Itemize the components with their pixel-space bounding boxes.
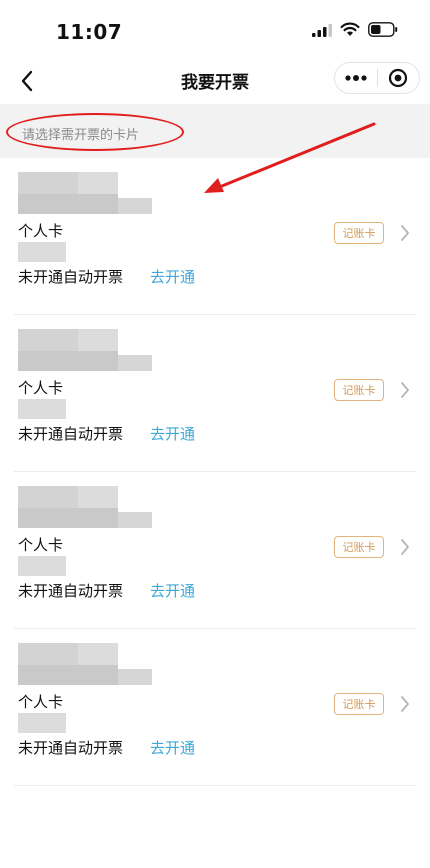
mini-program-capsule [334,62,420,94]
masked-card-info [118,198,152,214]
auto-invoice-status: 未开通自动开票 [18,582,124,600]
target-icon [389,68,408,88]
activate-link[interactable]: 去开通 [150,580,195,601]
card-type: 个人卡 [18,536,64,554]
card-item[interactable]: 个人卡 记账卡 未开通自动开票 去开通 [14,629,416,786]
card-badge: 记账卡 [334,379,384,401]
status-bar: 11:07 [0,0,430,58]
chevron-right-icon [398,536,412,558]
masked-card-info [18,486,78,508]
more-dots-icon [345,75,367,81]
auto-invoice-status: 未开通自动开票 [18,268,124,286]
card-item[interactable]: 个人卡 记账卡 未开通自动开票 去开通 [14,472,416,629]
hint-bar: 请选择需开票的卡片 [0,104,430,158]
masked-card-info [118,355,152,371]
battery-icon [368,22,398,37]
annotation-circle [6,113,184,151]
masked-card-info [118,669,152,685]
masked-card-info [18,643,78,665]
masked-card-info [18,713,66,733]
masked-card-info [18,351,118,371]
nav-bar: 我要开票 [0,58,430,104]
auto-invoice-status: 未开通自动开票 [18,739,124,757]
status-time: 11:07 [56,20,123,44]
close-mini-program-button[interactable] [377,63,419,93]
activate-link[interactable]: 去开通 [150,423,195,444]
card-badge: 记账卡 [334,536,384,558]
activate-link[interactable]: 去开通 [150,266,195,287]
card-type: 个人卡 [18,693,64,711]
masked-card-info [18,242,66,262]
masked-card-info [118,512,152,528]
wifi-icon [340,22,360,36]
more-button[interactable] [335,63,377,93]
card-item[interactable]: 个人卡 记账卡 未开通自动开票 去开通 [14,158,416,315]
card-badge: 记账卡 [334,693,384,715]
card-item[interactable]: 个人卡 记账卡 未开通自动开票 去开通 [14,315,416,472]
signal-icon [312,23,332,37]
status-icons [312,22,398,37]
card-badge: 记账卡 [334,222,384,244]
masked-card-info [18,665,118,685]
masked-card-info [18,172,78,194]
chevron-right-icon [398,693,412,715]
card-type: 个人卡 [18,222,64,240]
chevron-right-icon [398,379,412,401]
masked-card-info [18,399,66,419]
activate-link[interactable]: 去开通 [150,737,195,758]
masked-card-info [78,329,118,351]
card-list: 个人卡 记账卡 未开通自动开票 去开通 个人卡 记账卡 未开通自动开票 去开通 … [0,158,430,786]
masked-card-info [78,172,118,194]
masked-card-info [18,556,66,576]
masked-card-info [78,643,118,665]
card-type: 个人卡 [18,379,64,397]
masked-card-info [78,486,118,508]
masked-card-info [18,194,118,214]
masked-card-info [18,508,118,528]
masked-card-info [18,329,78,351]
chevron-right-icon [398,222,412,244]
auto-invoice-status: 未开通自动开票 [18,425,124,443]
